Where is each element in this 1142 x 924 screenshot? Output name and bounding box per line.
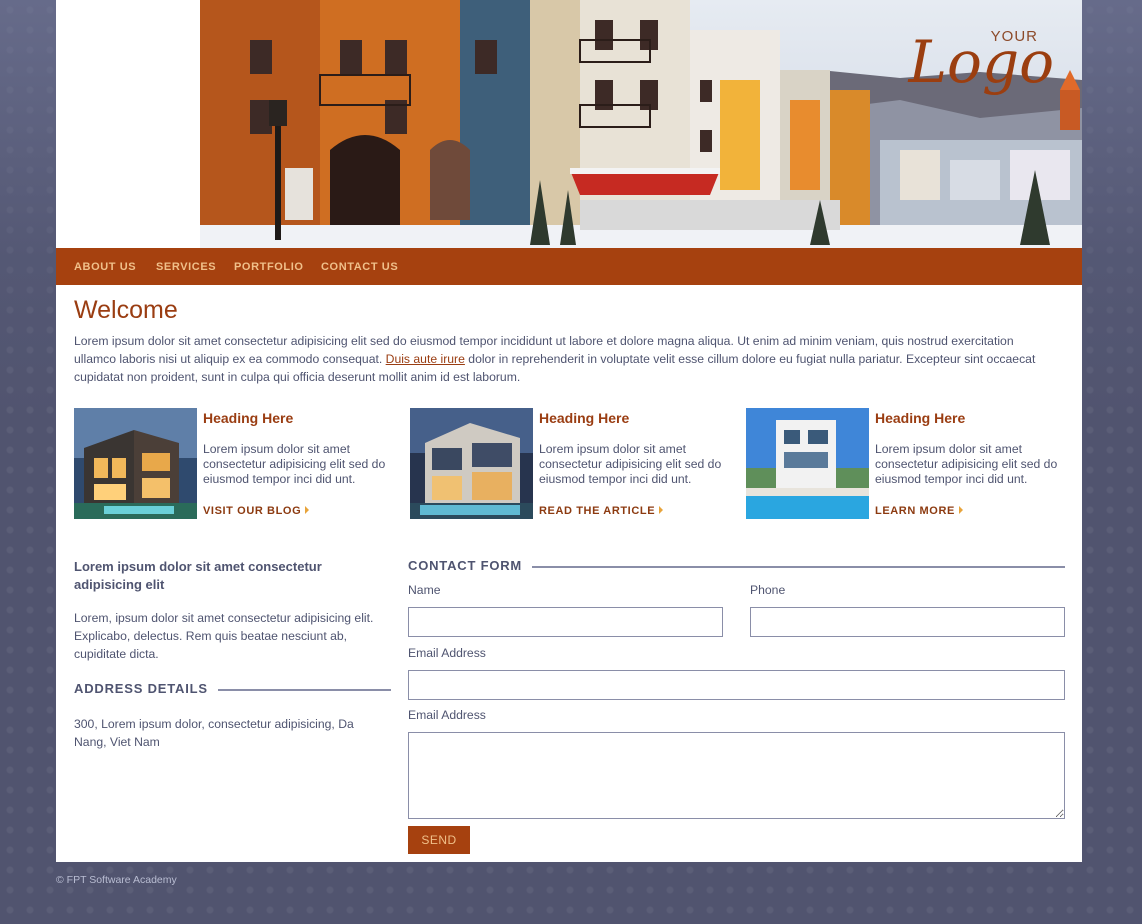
nav-services[interactable]: SERVICES: [156, 261, 216, 273]
sidebar-title: Lorem ipsum dolor sit amet consectetur a…: [74, 559, 322, 592]
feature-image-1: [74, 408, 197, 519]
feature-card-2: Heading Here Lorem ipsum dolor sit amet …: [410, 408, 730, 520]
feature-heading-2: Heading Here: [539, 410, 630, 426]
visit-blog-link[interactable]: VISIT OUR BLOG: [203, 505, 310, 517]
feature-card-1: Heading Here Lorem ipsum dolor sit amet …: [74, 408, 394, 520]
learn-more-label: LEARN MORE: [875, 505, 955, 517]
address-heading-label: ADDRESS DETAILS: [74, 681, 218, 696]
nav-contact-us[interactable]: CONTACT US: [321, 261, 398, 273]
feature-card-3: Heading Here Lorem ipsum dolor sit amet …: [746, 408, 1066, 520]
logo-your-text: YOUR: [990, 28, 1038, 45]
feature-heading-1: Heading Here: [203, 410, 294, 426]
email-label: Email Address: [408, 646, 486, 660]
address-heading: ADDRESS DETAILS: [74, 681, 391, 699]
feature-heading-3: Heading Here: [875, 410, 966, 426]
contact-form-heading-label: CONTACT FORM: [408, 558, 533, 573]
phone-label: Phone: [750, 583, 786, 597]
feature-text-1: Lorem ipsum dolor sit amet consectetur a…: [203, 442, 386, 486]
name-label: Name: [408, 583, 441, 597]
message-label: Email Address: [408, 708, 486, 722]
intro-inline-link[interactable]: Duis aute irure: [386, 352, 465, 366]
contact-form-heading: CONTACT FORM: [408, 558, 1065, 576]
name-input[interactable]: [408, 607, 723, 637]
arrow-right-icon: [659, 506, 664, 514]
arrow-right-icon: [305, 506, 310, 514]
send-button[interactable]: SEND: [408, 826, 470, 854]
visit-blog-label: VISIT OUR BLOG: [203, 505, 302, 517]
main-navigation: ABOUT US SERVICES PORTFOLIO CONTACT US: [56, 248, 1082, 285]
read-article-link[interactable]: READ THE ARTICLE: [539, 505, 664, 517]
site-logo[interactable]: YOUR Logo: [909, 28, 1054, 92]
nav-about-us[interactable]: ABOUT US: [74, 261, 136, 273]
page-container: YOUR Logo ABOUT US SERVICES PORTFOLIO CO…: [56, 0, 1082, 862]
intro-paragraph: Lorem ipsum dolor sit amet consectetur a…: [74, 332, 1054, 386]
header-banner-image: YOUR Logo: [200, 0, 1082, 248]
feature-text-2: Lorem ipsum dolor sit amet consectetur a…: [539, 442, 722, 486]
read-article-label: READ THE ARTICLE: [539, 505, 656, 517]
site-header: YOUR Logo: [56, 0, 1082, 248]
feature-image-2: [410, 408, 533, 519]
phone-input[interactable]: [750, 607, 1065, 637]
welcome-title: Welcome: [74, 296, 178, 324]
address-text: 300, Lorem ipsum dolor, consectetur adip…: [74, 717, 354, 749]
message-textarea[interactable]: [408, 732, 1065, 819]
footer-copyright: © FPT Software Academy: [56, 874, 177, 886]
arrow-right-icon: [958, 506, 963, 514]
nav-portfolio[interactable]: PORTFOLIO: [234, 261, 304, 273]
header-blank-area: [56, 0, 200, 248]
email-input[interactable]: [408, 670, 1065, 700]
learn-more-link[interactable]: LEARN MORE: [875, 505, 963, 517]
feature-image-3: [746, 408, 869, 519]
feature-text-3: Lorem ipsum dolor sit amet consectetur a…: [875, 442, 1058, 486]
sidebar-text: Lorem, ipsum dolor sit amet consectetur …: [74, 611, 374, 661]
